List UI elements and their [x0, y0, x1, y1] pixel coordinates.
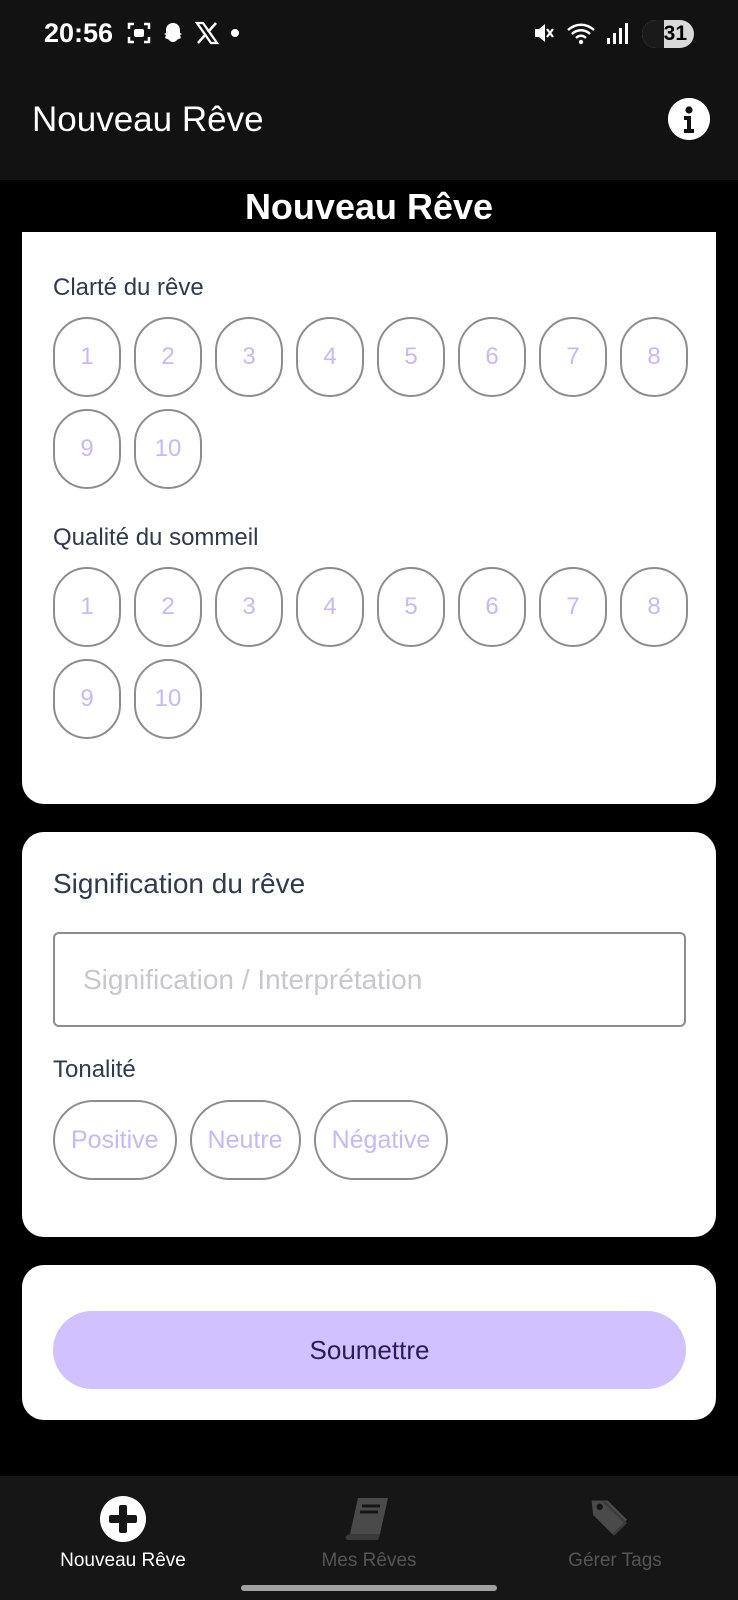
mute-icon — [535, 24, 554, 42]
screenshot-icon — [127, 22, 151, 44]
nav-label-my-dreams: Mes Rêves — [321, 1550, 417, 1571]
clarity-option-1[interactable]: 1 — [53, 317, 121, 397]
clarity-options: 1 2 3 4 5 6 7 8 9 10 — [53, 317, 693, 489]
clarity-option-8[interactable]: 8 — [620, 317, 688, 397]
home-indicator[interactable] — [241, 1585, 497, 1591]
nav-item-manage-tags[interactable]: Gérer Tags — [492, 1476, 738, 1600]
status-left-icons — [126, 20, 242, 46]
sleep-option-2[interactable]: 2 — [134, 567, 202, 647]
sleep-option-1[interactable]: 1 — [53, 567, 121, 647]
nav-item-my-dreams[interactable]: Mes Rêves — [246, 1476, 492, 1600]
tone-negative-chip[interactable]: Négative — [313, 1100, 449, 1180]
nav-label-new-dream: Nouveau Rêve — [60, 1550, 186, 1571]
clarity-option-4[interactable]: 4 — [296, 317, 364, 397]
sleep-option-4[interactable]: 4 — [296, 567, 364, 647]
status-right-icons — [532, 20, 628, 46]
battery-level: 31 — [663, 22, 687, 45]
info-icon — [668, 98, 710, 140]
sleep-quality-options: 1 2 3 4 5 6 7 8 9 10 — [53, 567, 693, 739]
tone-neutral-chip[interactable]: Neutre — [189, 1100, 301, 1180]
clarity-option-9[interactable]: 9 — [53, 409, 121, 489]
battery-leaf-icon — [642, 20, 664, 48]
x-logo-icon — [194, 21, 220, 45]
sleep-option-7[interactable]: 7 — [539, 567, 607, 647]
clarity-option-3[interactable]: 3 — [215, 317, 283, 397]
wifi-icon — [567, 23, 595, 45]
meaning-input[interactable] — [53, 932, 686, 1027]
status-time: 20:56 — [44, 18, 114, 48]
sleep-option-9[interactable]: 9 — [53, 659, 121, 739]
sleep-option-10[interactable]: 10 — [134, 659, 202, 739]
clarity-option-2[interactable]: 2 — [134, 317, 202, 397]
sleep-quality-label: Qualité du sommeil — [53, 524, 259, 551]
clarity-label: Clarté du rêve — [53, 274, 204, 301]
plus-circle-icon — [98, 1494, 148, 1544]
tone-label: Tonalité — [53, 1056, 136, 1083]
sleep-option-3[interactable]: 3 — [215, 567, 283, 647]
app-bar: Nouveau Rêve — [0, 70, 738, 180]
nav-item-new-dream[interactable]: Nouveau Rêve — [0, 1476, 246, 1600]
page-heading: Nouveau Rêve — [244, 186, 494, 227]
tone-positive-chip[interactable]: Positive — [53, 1100, 177, 1180]
app-title: Nouveau Rêve — [32, 100, 264, 139]
clarity-option-10[interactable]: 10 — [134, 409, 202, 489]
tone-options: Positive Neutre Négative — [53, 1100, 449, 1180]
sleep-option-6[interactable]: 6 — [458, 567, 526, 647]
battery-indicator: 31 — [642, 20, 694, 48]
book-icon — [344, 1494, 394, 1544]
clarity-option-6[interactable]: 6 — [458, 317, 526, 397]
clarity-option-7[interactable]: 7 — [539, 317, 607, 397]
dot-icon — [231, 29, 239, 37]
info-button[interactable] — [668, 98, 710, 140]
status-bar: 20:56 31 — [0, 0, 738, 70]
submit-button[interactable]: Soumettre — [53, 1311, 686, 1389]
meaning-card: Signification du rêve Tonalité Positive … — [22, 832, 716, 1237]
tags-icon — [590, 1494, 640, 1544]
bottom-nav: Nouveau Rêve Mes Rêves Gérer Tags — [0, 1476, 738, 1600]
clarity-option-5[interactable]: 5 — [377, 317, 445, 397]
nav-label-manage-tags: Gérer Tags — [568, 1550, 662, 1571]
ratings-card: Clarté du rêve 1 2 3 4 5 6 7 8 9 10 Qual… — [22, 232, 716, 804]
sleep-option-5[interactable]: 5 — [377, 567, 445, 647]
sleep-option-8[interactable]: 8 — [620, 567, 688, 647]
signal-icon — [607, 23, 628, 44]
meaning-title: Signification du rêve — [53, 868, 306, 899]
snapchat-icon — [164, 23, 182, 42]
submit-card: Soumettre — [22, 1265, 716, 1420]
